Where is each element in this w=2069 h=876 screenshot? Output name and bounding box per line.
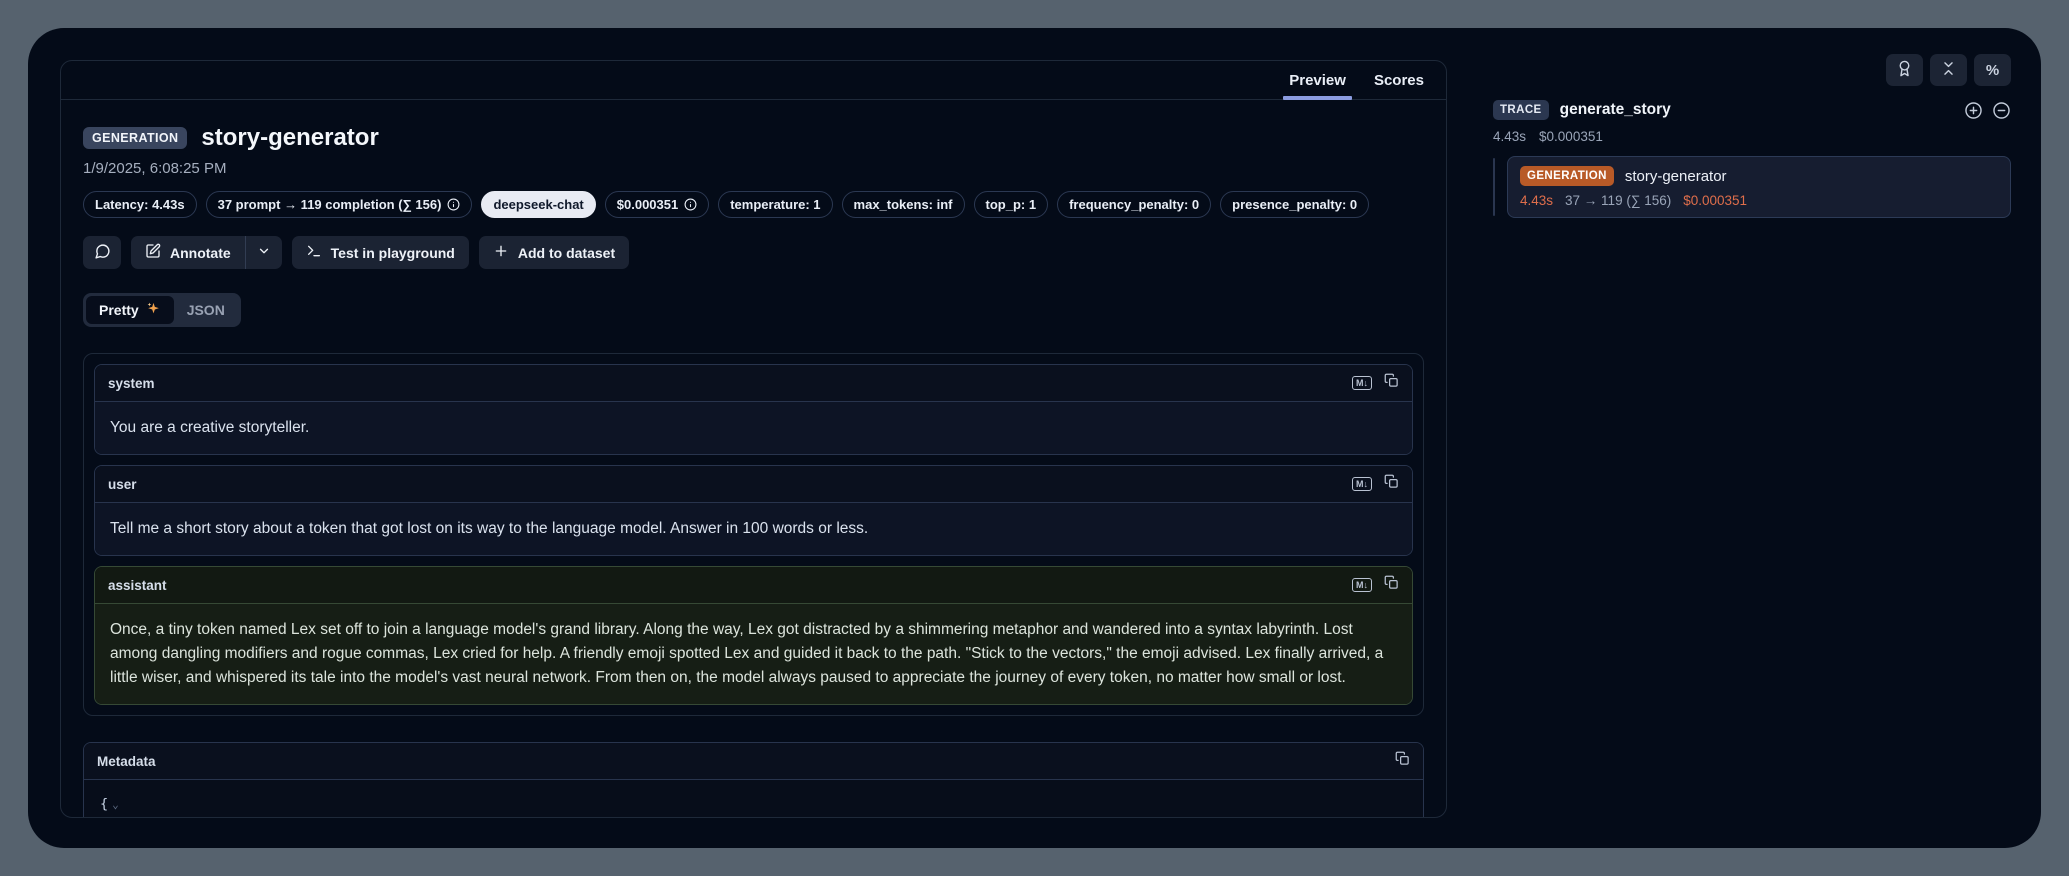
tree-node-generation[interactable]: GENERATION story-generator 4.43s 37 → 11… bbox=[1507, 156, 2011, 218]
metadata-header: Metadata bbox=[84, 743, 1423, 780]
toggle-json[interactable]: JSON bbox=[174, 297, 238, 323]
observation-header: GENERATION story-generator bbox=[83, 124, 1424, 152]
add-to-dataset-label: Add to dataset bbox=[518, 245, 615, 261]
circle-minus-icon[interactable] bbox=[1992, 101, 2011, 120]
tree-zoom-controls bbox=[1964, 101, 2011, 120]
scores-award-button[interactable] bbox=[1886, 54, 1923, 86]
plus-icon bbox=[493, 243, 509, 262]
tab-scores[interactable]: Scores bbox=[1362, 61, 1436, 99]
temperature-pill: temperature: 1 bbox=[718, 191, 832, 218]
observation-timestamp: 1/9/2025, 6:08:25 PM bbox=[83, 160, 1424, 177]
cost-label: $0.000351 bbox=[617, 197, 678, 212]
comment-button[interactable] bbox=[83, 236, 121, 269]
annotate-label: Annotate bbox=[170, 245, 231, 261]
trace-header-row: TRACE generate_story bbox=[1493, 100, 2011, 120]
chevron-down-icon bbox=[257, 244, 271, 261]
message-card-assistant: assistant M↓ Once, a tiny token named Le… bbox=[94, 566, 1413, 705]
json-line: {⌄ bbox=[100, 794, 1407, 816]
copy-icon[interactable] bbox=[1384, 575, 1399, 595]
action-toolbar: Annotate Test in playground bbox=[83, 236, 1424, 269]
markdown-toggle-icon[interactable]: M↓ bbox=[1352, 578, 1372, 593]
annotate-button[interactable]: Annotate bbox=[131, 236, 245, 269]
annotate-dropdown-button[interactable] bbox=[246, 236, 282, 269]
token-usage-label: 37 prompt → 119 completion (∑ 156) bbox=[218, 197, 442, 212]
metadata-card: Metadata {⌄ genre: "adventure" } bbox=[83, 742, 1424, 817]
frequency-penalty-pill: frequency_penalty: 0 bbox=[1057, 191, 1211, 218]
annotate-split-button: Annotate bbox=[131, 236, 282, 269]
message-content: You are a creative storyteller. bbox=[95, 402, 1412, 454]
observation-tree: GENERATION story-generator 4.43s 37 → 11… bbox=[1493, 156, 2011, 218]
tree-guide-line bbox=[1493, 158, 1495, 216]
model-pill[interactable]: deepseek-chat bbox=[481, 191, 595, 218]
trace-latency: 4.43s bbox=[1493, 129, 1526, 144]
page-title: story-generator bbox=[201, 124, 378, 152]
sidebar-icon-toolbar: % bbox=[1493, 54, 2011, 86]
markdown-toggle-icon[interactable]: M↓ bbox=[1352, 376, 1372, 391]
annotate-pencil-icon bbox=[145, 243, 161, 262]
copy-icon[interactable] bbox=[1384, 373, 1399, 393]
tree-node-title: story-generator bbox=[1625, 168, 1727, 185]
message-header: system M↓ bbox=[95, 365, 1412, 402]
collapse-chevron-icon[interactable]: ⌄ bbox=[112, 798, 119, 811]
top-p-pill: top_p: 1 bbox=[974, 191, 1049, 218]
messages-container: system M↓ You are a creative storyteller… bbox=[83, 353, 1424, 716]
percent-icon: % bbox=[1986, 62, 1999, 79]
terminal-icon bbox=[306, 243, 322, 262]
tree-node-cost: $0.000351 bbox=[1683, 193, 1747, 208]
message-header: user M↓ bbox=[95, 466, 1412, 503]
add-to-dataset-button[interactable]: Add to dataset bbox=[479, 236, 629, 269]
trace-type-badge: TRACE bbox=[1493, 100, 1549, 120]
test-in-playground-button[interactable]: Test in playground bbox=[292, 236, 469, 269]
metadata-title: Metadata bbox=[97, 754, 156, 769]
cost-pill[interactable]: $0.000351 bbox=[605, 191, 709, 218]
pretty-json-toggle: Pretty JSON bbox=[83, 293, 241, 327]
max-tokens-pill: max_tokens: inf bbox=[842, 191, 965, 218]
collapse-all-button[interactable] bbox=[1930, 54, 1967, 86]
generation-type-badge: GENERATION bbox=[1520, 166, 1614, 186]
playground-label: Test in playground bbox=[331, 245, 455, 261]
panel-content: GENERATION story-generator 1/9/2025, 6:0… bbox=[61, 100, 1446, 817]
circle-plus-icon[interactable] bbox=[1964, 101, 1983, 120]
message-header: assistant M↓ bbox=[95, 567, 1412, 604]
latency-pill: Latency: 4.43s bbox=[83, 191, 197, 218]
info-icon[interactable] bbox=[684, 198, 697, 211]
pretty-label: Pretty bbox=[99, 302, 139, 318]
view-toggle-row: Pretty JSON bbox=[83, 293, 1424, 327]
sparkles-icon bbox=[146, 301, 161, 319]
message-role: user bbox=[108, 477, 137, 492]
preview-tabbar: Preview Scores bbox=[61, 61, 1446, 100]
message-role: system bbox=[108, 376, 155, 391]
generation-type-badge: GENERATION bbox=[83, 127, 187, 149]
tree-node-tokens: 37 → 119 (∑ 156) bbox=[1565, 193, 1671, 208]
message-content: Tell me a short story about a token that… bbox=[95, 503, 1412, 555]
fold-vertical-icon bbox=[1940, 60, 1957, 81]
trace-cost: $0.000351 bbox=[1539, 129, 1603, 144]
message-content: Once, a tiny token named Lex set off to … bbox=[95, 604, 1412, 704]
comment-icon bbox=[94, 243, 111, 263]
app-window: Preview Scores GENERATION story-generato… bbox=[28, 28, 2041, 848]
message-card-user: user M↓ Tell me a short story about a to… bbox=[94, 465, 1413, 556]
token-usage-pill[interactable]: 37 prompt → 119 completion (∑ 156) bbox=[206, 191, 473, 218]
toggle-pretty[interactable]: Pretty bbox=[86, 296, 174, 324]
award-icon bbox=[1896, 60, 1913, 81]
screenshot-root: { "colors": { "page_background": "#56626… bbox=[0, 0, 2069, 876]
markdown-toggle-icon[interactable]: M↓ bbox=[1352, 477, 1372, 492]
trace-tree-sidebar: % TRACE generate_story 4.43s $0.000351 bbox=[1465, 28, 2041, 848]
tree-node-latency: 4.43s bbox=[1520, 193, 1553, 208]
observation-preview-panel: Preview Scores GENERATION story-generato… bbox=[60, 60, 1447, 818]
toggle-percentages-button[interactable]: % bbox=[1974, 54, 2011, 86]
trace-stats-row: 4.43s $0.000351 bbox=[1493, 129, 2011, 144]
copy-icon[interactable] bbox=[1395, 751, 1410, 771]
message-role: assistant bbox=[108, 578, 167, 593]
metric-pills-row: Latency: 4.43s 37 prompt → 119 completio… bbox=[83, 191, 1424, 218]
info-icon[interactable] bbox=[447, 198, 460, 211]
json-line: genre: "adventure" bbox=[100, 816, 1407, 817]
trace-title[interactable]: generate_story bbox=[1560, 101, 1671, 119]
presence-penalty-pill: presence_penalty: 0 bbox=[1220, 191, 1369, 218]
metadata-json: {⌄ genre: "adventure" } bbox=[84, 780, 1423, 817]
message-card-system: system M↓ You are a creative storyteller… bbox=[94, 364, 1413, 455]
json-open-brace: { bbox=[100, 796, 108, 812]
copy-icon[interactable] bbox=[1384, 474, 1399, 494]
tab-preview[interactable]: Preview bbox=[1277, 61, 1358, 99]
